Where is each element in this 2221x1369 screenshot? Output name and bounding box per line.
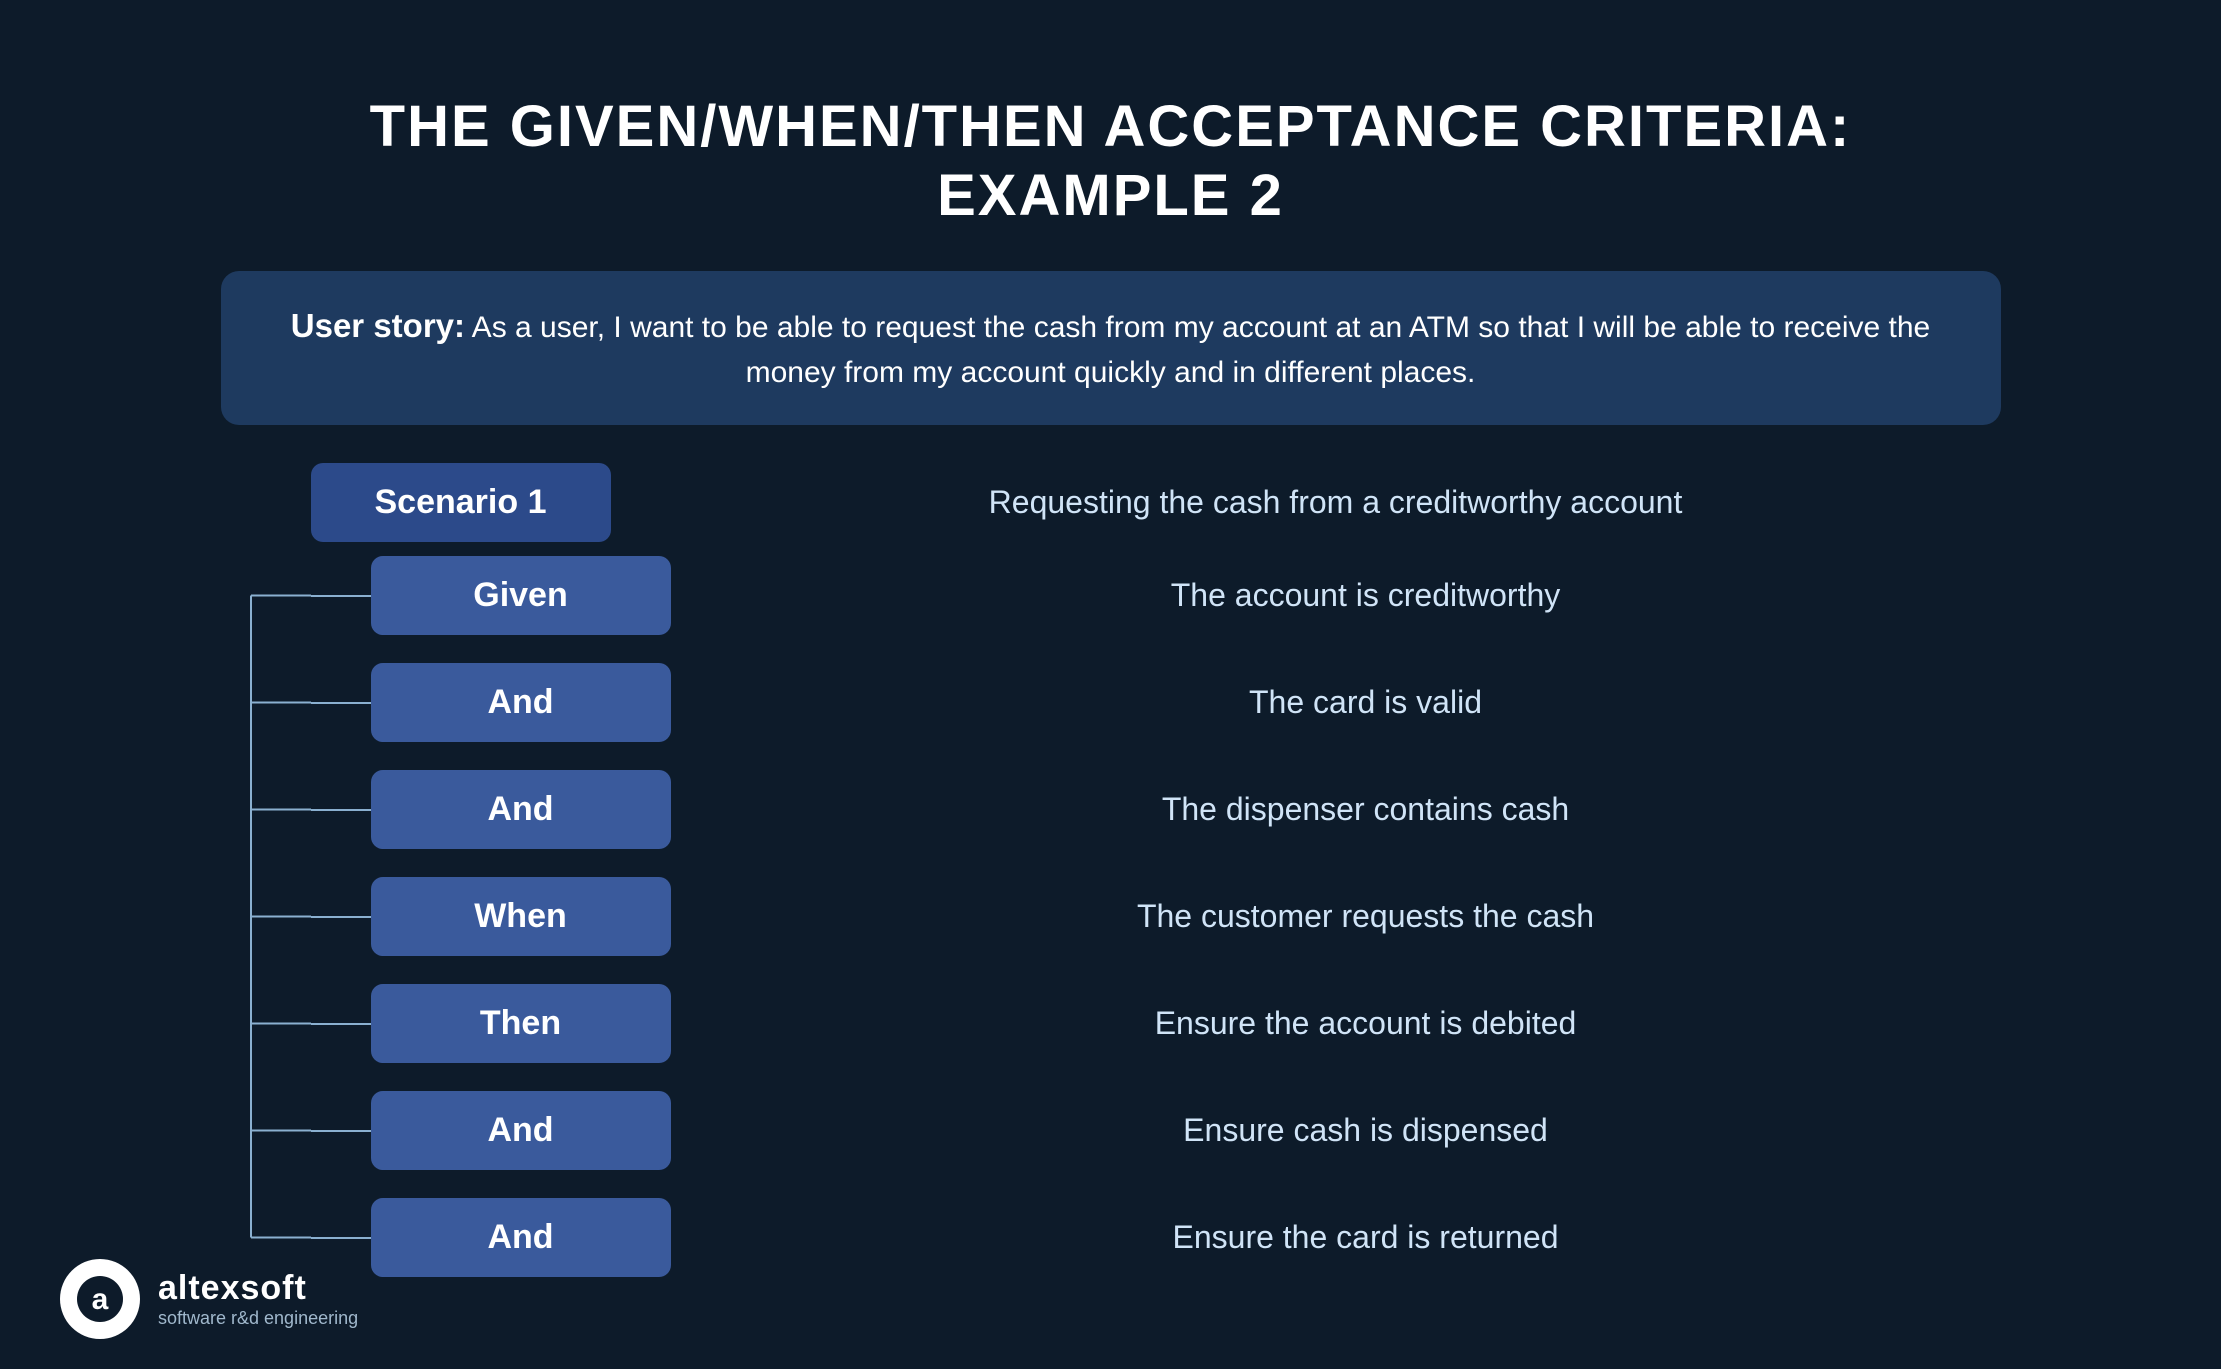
connector-line xyxy=(311,1130,371,1132)
logo-icon: a xyxy=(60,1259,140,1339)
keyword-row: And Ensure the card is returned xyxy=(311,1198,2001,1277)
scenario-row: Scenario 1 Requesting the cash from a cr… xyxy=(311,463,2001,542)
row-description: The dispenser contains cash xyxy=(731,791,2001,828)
keyword-button: Then xyxy=(371,984,671,1063)
page-title: THE GIVEN/WHEN/THEN ACCEPTANCE CRITERIA:… xyxy=(221,92,2001,231)
row-description: The card is valid xyxy=(731,684,2001,721)
keyword-button: And xyxy=(371,1091,671,1170)
keyword-row: And The dispenser contains cash xyxy=(311,770,2001,849)
keyword-row: Then Ensure the account is debited xyxy=(311,984,2001,1063)
row-description: The customer requests the cash xyxy=(731,898,2001,935)
keyword-button: When xyxy=(371,877,671,956)
keyword-button: Given xyxy=(371,556,671,635)
row-description: Ensure the card is returned xyxy=(731,1219,2001,1256)
connector-line xyxy=(311,1023,371,1025)
bracket-svg xyxy=(243,556,311,1277)
connector-line xyxy=(311,809,371,811)
row-description: Ensure the account is debited xyxy=(731,1005,2001,1042)
scenario-description: Requesting the cash from a creditworthy … xyxy=(671,484,2001,521)
connector-line xyxy=(311,595,371,597)
user-story-text: As a user, I want to be able to request … xyxy=(465,311,1930,390)
row-description: Ensure cash is dispensed xyxy=(731,1112,2001,1149)
keyword-button: And xyxy=(371,1198,671,1277)
connector-line xyxy=(311,1237,371,1239)
user-story-label: User story: xyxy=(291,307,465,344)
row-description: The account is creditworthy xyxy=(731,577,2001,614)
keyword-row: And Ensure cash is dispensed xyxy=(311,1091,2001,1170)
logo-text: altexsoft software r&d engineering xyxy=(158,1269,358,1329)
svg-text:a: a xyxy=(92,1283,109,1316)
keyword-button: And xyxy=(371,770,671,849)
keyword-button: And xyxy=(371,663,671,742)
logo-brand: altexsoft xyxy=(158,1269,358,1308)
logo-area: a altexsoft software r&d engineering xyxy=(60,1259,358,1339)
logo-tagline: software r&d engineering xyxy=(158,1308,358,1329)
keyword-row: When The customer requests the cash xyxy=(311,877,2001,956)
connector-line xyxy=(311,916,371,918)
connector-line xyxy=(311,702,371,704)
keyword-row: Given The account is creditworthy xyxy=(311,556,2001,635)
scenario-keyword: Scenario 1 xyxy=(311,463,611,542)
user-story-box: User story: As a user, I want to be able… xyxy=(221,271,2001,426)
keyword-row: And The card is valid xyxy=(311,663,2001,742)
